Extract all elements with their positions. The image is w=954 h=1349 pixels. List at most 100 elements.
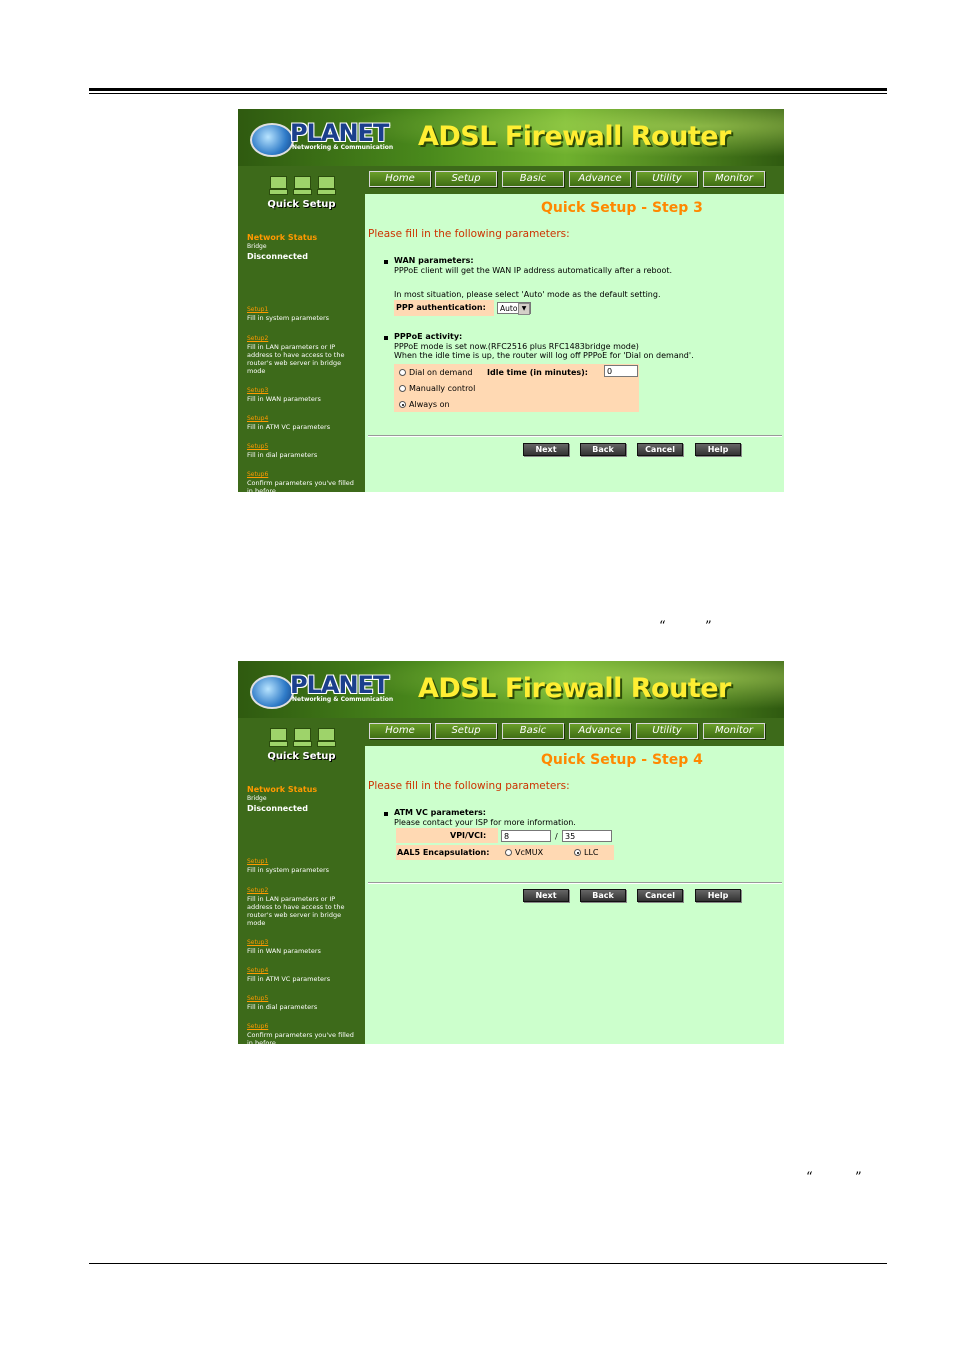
nav-setup[interactable]: Setup xyxy=(435,723,497,739)
setup2-link[interactable]: Setup2 xyxy=(247,887,359,895)
setup4-link[interactable]: Setup4 xyxy=(247,415,359,423)
sidebar-step: Setup3 Fill in WAN parameters xyxy=(247,387,359,403)
ppp-auth-label: PPP authentication: xyxy=(396,303,486,312)
banner: PLANET Networking & Communication ADSL F… xyxy=(238,109,784,166)
nav-advance[interactable]: Advance xyxy=(569,171,631,187)
nav-setup[interactable]: Setup xyxy=(435,171,497,187)
sidebar-step: Setup1 Fill in system parameters xyxy=(247,306,359,322)
step-desc: Fill in WAN parameters xyxy=(247,947,321,955)
sidebar-step: Setup2 Fill in LAN parameters or IP addr… xyxy=(247,335,359,375)
product-name: ADSL Firewall Router xyxy=(418,121,731,152)
nav-home[interactable]: Home xyxy=(369,723,431,739)
activity-desc-1: PPPoE mode is set now.(RFC2516 plus RFC1… xyxy=(394,342,639,351)
nav-basic[interactable]: Basic xyxy=(502,171,564,187)
ppp-auth-select[interactable]: Auto ▼ xyxy=(497,302,531,315)
step-desc: Fill in system parameters xyxy=(247,314,330,322)
planet-globe-icon xyxy=(250,675,294,709)
vcmux-radio[interactable] xyxy=(505,849,512,856)
step-desc: Fill in LAN parameters or IP address to … xyxy=(247,895,345,927)
cancel-button[interactable]: Cancel xyxy=(637,889,683,902)
intro-text: Please fill in the following parameters: xyxy=(368,228,570,240)
setup5-link[interactable]: Setup5 xyxy=(247,995,359,1003)
chevron-down-icon: ▼ xyxy=(518,303,530,315)
manual-control-radio[interactable] xyxy=(399,385,406,392)
planet-logo: PLANET xyxy=(290,671,389,699)
vcmux-label: VcMUX xyxy=(515,848,544,857)
nav-home[interactable]: Home xyxy=(369,171,431,187)
dial-on-demand-radio[interactable] xyxy=(399,369,406,376)
wan-title: WAN parameters: xyxy=(394,256,474,265)
product-name: ADSL Firewall Router xyxy=(418,673,731,704)
idle-time-input[interactable]: 0 xyxy=(604,365,638,377)
aal5-label: AAL5 Encapsulation: xyxy=(397,848,490,857)
setup1-link[interactable]: Setup1 xyxy=(247,306,359,314)
next-button[interactable]: Next xyxy=(523,443,569,456)
nav-bar: Home Setup Basic Advance Utility Monitor xyxy=(365,718,784,746)
step-desc: Fill in ATM VC parameters xyxy=(247,423,331,431)
sidebar-step: Setup3 Fill in WAN parameters xyxy=(247,939,359,955)
setup5-link[interactable]: Setup5 xyxy=(247,443,359,451)
intro-text: Please fill in the following parameters: xyxy=(368,780,570,792)
quick-setup-title: Quick Setup xyxy=(267,751,336,762)
llc-radio[interactable] xyxy=(574,849,581,856)
page-title: Quick Setup - Step 3 xyxy=(541,200,703,216)
sidebar-step: Setup6 Confirm parameters you've filled … xyxy=(247,1023,359,1044)
quick-setup-title: Quick Setup xyxy=(267,199,336,210)
bullet-icon xyxy=(384,260,388,264)
divider xyxy=(368,882,782,884)
planet-logo: PLANET xyxy=(290,119,389,147)
setup4-link[interactable]: Setup4 xyxy=(247,967,359,975)
sidebar-step: Setup4 Fill in ATM VC parameters xyxy=(247,967,359,983)
network-status-value: Disconnected xyxy=(247,804,308,813)
vci-input[interactable]: 35 xyxy=(562,830,612,842)
always-on-radio[interactable] xyxy=(399,401,406,408)
step-desc: Fill in LAN parameters or IP address to … xyxy=(247,343,345,375)
setup3-link[interactable]: Setup3 xyxy=(247,387,359,395)
header-rule xyxy=(89,88,887,94)
nav-advance[interactable]: Advance xyxy=(569,723,631,739)
nav-basic[interactable]: Basic xyxy=(502,723,564,739)
open-quote: “ xyxy=(659,619,666,634)
nav-utility[interactable]: Utility xyxy=(636,171,698,187)
step-desc: Confirm parameters you've filled in befo… xyxy=(247,1031,354,1044)
bullet-icon xyxy=(384,336,388,340)
open-quote: “ xyxy=(806,1170,813,1185)
close-quote: ” xyxy=(855,1170,862,1185)
help-button[interactable]: Help xyxy=(695,889,741,902)
setup3-link[interactable]: Setup3 xyxy=(247,939,359,947)
vpi-vci-label: VPI/VCI: xyxy=(450,831,487,840)
network-status-value: Disconnected xyxy=(247,252,308,261)
planet-tagline: Networking & Communication xyxy=(292,144,394,151)
help-button[interactable]: Help xyxy=(695,443,741,456)
setup2-link[interactable]: Setup2 xyxy=(247,335,359,343)
back-button[interactable]: Back xyxy=(580,889,626,902)
computers-icon xyxy=(269,728,336,747)
setup1-link[interactable]: Setup1 xyxy=(247,858,359,866)
atm-desc: Please contact your ISP for more informa… xyxy=(394,818,576,827)
wan-desc: PPPoE client will get the WAN IP address… xyxy=(394,266,673,275)
sidebar-step: Setup4 Fill in ATM VC parameters xyxy=(247,415,359,431)
network-mode: Bridge xyxy=(247,243,267,250)
footer-rule xyxy=(89,1263,887,1264)
ppp-auth-value: Auto xyxy=(500,304,518,313)
cancel-button[interactable]: Cancel xyxy=(637,443,683,456)
nav-utility[interactable]: Utility xyxy=(636,723,698,739)
back-button[interactable]: Back xyxy=(580,443,626,456)
llc-label: LLC xyxy=(584,848,599,857)
vpi-input[interactable]: 8 xyxy=(501,830,551,842)
setup6-link[interactable]: Setup6 xyxy=(247,1023,359,1031)
close-quote: ” xyxy=(705,619,712,634)
setup6-link[interactable]: Setup6 xyxy=(247,471,359,479)
bullet-icon xyxy=(384,812,388,816)
network-status-label: Network Status xyxy=(247,233,318,242)
next-button[interactable]: Next xyxy=(523,889,569,902)
router-screenshot-step3: PLANET Networking & Communication ADSL F… xyxy=(238,109,784,492)
nav-monitor[interactable]: Monitor xyxy=(703,723,765,739)
planet-globe-icon xyxy=(250,123,294,157)
sidebar: Quick Setup Network Status Bridge Discon… xyxy=(238,166,365,492)
step-desc: Fill in ATM VC parameters xyxy=(247,975,331,983)
activity-desc-2: When the idle time is up, the router wil… xyxy=(394,351,694,360)
nav-bar: Home Setup Basic Advance Utility Monitor xyxy=(365,166,784,194)
planet-tagline: Networking & Communication xyxy=(292,696,394,703)
nav-monitor[interactable]: Monitor xyxy=(703,171,765,187)
